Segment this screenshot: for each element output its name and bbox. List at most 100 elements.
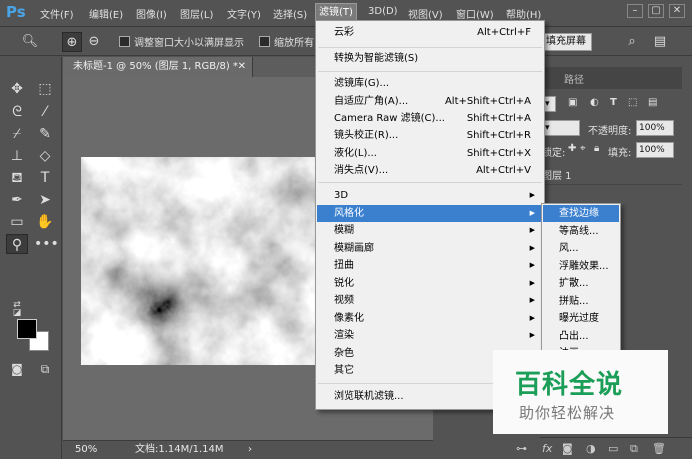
status-menu-arrow-icon[interactable]: › (248, 441, 252, 459)
new-group-icon[interactable]: ▭ (608, 442, 618, 455)
submenu-item[interactable]: 风... (543, 240, 619, 257)
blend-opacity-row: ▾ 不透明度: 100% (540, 117, 682, 139)
submenu-item[interactable]: 浮雕效果... (543, 258, 619, 275)
filter-menu-item[interactable]: 视频 ▶ (317, 292, 543, 309)
add-mask-icon[interactable]: ◙ (562, 442, 573, 455)
filter-menu-item[interactable]: 扭曲 ▶ (317, 257, 543, 274)
menu-file[interactable]: 文件(F) (40, 6, 74, 21)
type-tool-icon[interactable]: T (34, 168, 56, 188)
submenu-item[interactable]: 等高线... (543, 223, 619, 240)
zoom-level[interactable]: 50% (75, 441, 97, 459)
zoom-tool-preset-icon[interactable]: 🔍︎ (20, 32, 40, 52)
fx-icon[interactable]: fx (542, 442, 552, 455)
lasso-tool-icon[interactable]: ᘓ (6, 102, 28, 122)
filter-menu-item[interactable]: 模糊 ▶ (317, 222, 543, 239)
filter-menu-item[interactable]: 镜头校正(R)... Shift+Ctrl+R (317, 127, 543, 144)
filter-adjust-icon[interactable]: ◐ (590, 97, 599, 108)
menu-separator (318, 71, 542, 72)
submenu-item[interactable]: 拼贴... (543, 293, 619, 310)
tab-paths[interactable]: 路径 (564, 71, 584, 86)
submenu-item[interactable]: 扩散... (543, 275, 619, 292)
toolbox: ✥ ⬚ ᘓ ⁄ ⌿ ✎ ⊥ ◇ ⛾ T ✒ ➤ ▭ ✋ ⚲ ••• ⇄ ◪ ◙ … (0, 57, 62, 459)
menu-edit[interactable]: 编辑(E) (89, 6, 123, 21)
layer-row[interactable]: 图层 1 (540, 161, 682, 185)
magic-wand-tool-icon[interactable]: ⁄ (34, 102, 56, 122)
marquee-tool-icon[interactable]: ⬚ (34, 79, 56, 99)
minimize-button[interactable]: – (627, 4, 643, 18)
document-tab[interactable]: 未标题-1 @ 50% (图层 1, RGB/8) * ✕ (63, 57, 253, 77)
clone-stamp-tool-icon[interactable]: ⊥ (6, 146, 28, 166)
link-layers-icon[interactable]: ⊶ (516, 442, 527, 455)
hand-tool-icon[interactable]: ✋ (34, 212, 56, 232)
filter-menu-item[interactable]: 自适应广角(A)... Alt+Shift+Ctrl+A (317, 93, 543, 110)
maximize-button[interactable]: ▢ (648, 4, 664, 18)
path-selection-tool-icon[interactable]: ➤ (34, 190, 56, 210)
eraser-tool-icon[interactable]: ◇ (34, 146, 56, 166)
filter-menu-item[interactable]: 锐化 ▶ (317, 275, 543, 292)
zoom-out-icon[interactable]: ⊖ (84, 32, 104, 52)
submenu-item-find-edges[interactable]: 查找边缘 (543, 205, 619, 222)
menu-type[interactable]: 文字(Y) (227, 6, 261, 21)
new-layer-icon[interactable]: ⧉ (630, 442, 638, 456)
filter-menu-item[interactable]: 像素化 ▶ (317, 310, 543, 327)
zoom-in-icon[interactable]: ⊕ (62, 32, 82, 52)
menu-select[interactable]: 选择(S) (273, 6, 307, 21)
quick-mask-icon[interactable]: ◙ (6, 359, 28, 379)
menu-image[interactable]: 图像(I) (136, 6, 167, 21)
filter-shape-icon[interactable]: ⬚ (628, 97, 637, 108)
filter-menu-item[interactable]: 滤镜库(G)... (317, 75, 543, 92)
filter-smart-icon[interactable]: ▤ (648, 97, 657, 108)
more-tools-icon[interactable]: ••• (34, 234, 59, 254)
filter-menu-item[interactable]: 渲染 ▶ (317, 327, 543, 344)
submenu-arrow-icon: ▶ (529, 331, 535, 339)
menu-view[interactable]: 视图(V) (408, 6, 443, 21)
pen-tool-icon[interactable]: ✒ (6, 190, 28, 210)
delete-layer-icon[interactable]: 🗑︎ (652, 442, 666, 455)
menu-help[interactable]: 帮助(H) (506, 6, 541, 21)
screen-mode-icon[interactable]: ⧉ (34, 359, 56, 379)
filter-menu-item[interactable]: 液化(L)... Shift+Ctrl+X (317, 145, 543, 162)
filter-menu-item[interactable]: Camera Raw 滤镜(C)... Shift+Ctrl+A (317, 110, 543, 127)
opacity-input[interactable]: 100% (636, 120, 674, 136)
search-icon[interactable]: ⌕ (622, 32, 642, 52)
foreground-color-swatch[interactable] (17, 319, 37, 339)
zoom-all-checkbox[interactable] (259, 36, 270, 47)
document-tab-title: 未标题-1 @ 50% (图层 1, RGB/8) * (73, 61, 238, 72)
menu-3d[interactable]: 3D(D) (368, 6, 398, 17)
close-button[interactable]: ✕ (669, 4, 685, 18)
menu-separator (318, 47, 542, 48)
menu-layer[interactable]: 图层(L) (180, 6, 213, 21)
workspace-icon[interactable]: ▤ (650, 32, 670, 52)
submenu-arrow-icon: ▶ (529, 209, 535, 217)
filter-type-icon[interactable]: T (610, 97, 617, 108)
menu-window[interactable]: 窗口(W) (456, 6, 494, 21)
lock-all-icon[interactable]: 🔒︎ (594, 143, 599, 154)
submenu-item[interactable]: 凸出... (543, 328, 619, 345)
filter-menu-item[interactable]: 模糊画廊 ▶ (317, 240, 543, 257)
resize-windows-checkbox[interactable] (119, 36, 130, 47)
paint-bucket-tool-icon[interactable]: ⛾ (6, 168, 28, 188)
filter-menu-item[interactable]: 消失点(V)... Alt+Ctrl+V (317, 162, 543, 179)
filter-menu-item[interactable]: 转换为智能滤镜(S) (317, 50, 543, 67)
watermark-subtitle: 助你轻松解决 (519, 404, 616, 422)
rectangle-tool-icon[interactable]: ▭ (6, 212, 28, 232)
brush-tool-icon[interactable]: ✎ (34, 124, 56, 144)
zoom-tool-icon[interactable]: ⚲ (6, 234, 28, 254)
filter-pixel-icon[interactable]: ▣ (568, 97, 577, 108)
lock-pixels-icon[interactable]: ✚ (568, 143, 576, 154)
blend-mode-select[interactable]: ▾ (542, 120, 580, 136)
lock-position-icon[interactable]: ⌖ (580, 143, 586, 154)
filter-menu-item[interactable]: 3D ▶ (317, 187, 543, 204)
lock-fill-row: 锁定: ✚ ⌖ 🔒︎ 填充: 100% (540, 139, 682, 161)
adjustment-layer-icon[interactable]: ◑ (586, 442, 596, 455)
filter-menu-item-stylize[interactable]: 风格化 ▶ (317, 205, 543, 222)
submenu-item[interactable]: 曝光过度 (543, 310, 619, 327)
eyedropper-tool-icon[interactable]: ⌿ (6, 124, 28, 144)
fill-screen-button[interactable]: 填充屏幕 (540, 33, 592, 51)
close-tab-icon[interactable]: ✕ (238, 57, 246, 77)
layer-name[interactable]: 图层 1 (542, 167, 572, 182)
filter-menu-item[interactable]: 云彩 Alt+Ctrl+F (317, 24, 543, 41)
fill-input[interactable]: 100% (636, 142, 674, 158)
clouds-canvas[interactable] (81, 157, 341, 365)
move-tool-icon[interactable]: ✥ (6, 79, 28, 99)
